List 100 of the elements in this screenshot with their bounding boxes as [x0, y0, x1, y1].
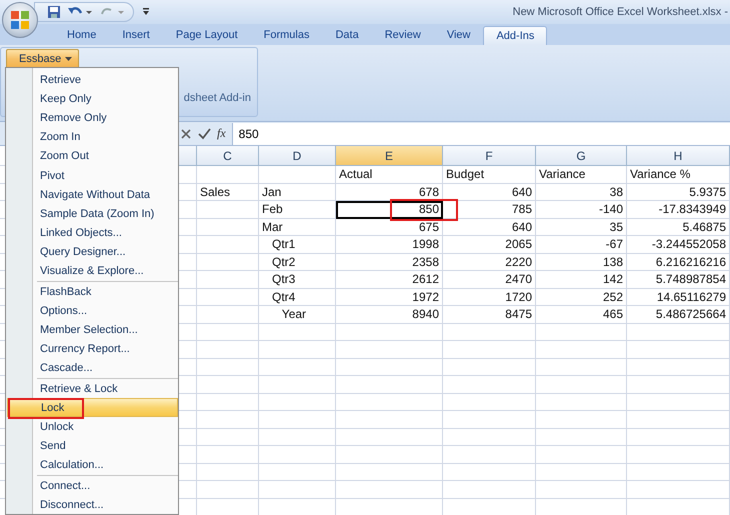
table-cell: Mar [259, 218, 336, 236]
table-cell: 2612 [336, 271, 443, 288]
table-cell: Variance [536, 166, 627, 184]
table-cell: 6.216216216 [627, 254, 730, 271]
menu-item[interactable]: Sample Data (Zoom In) [33, 204, 178, 224]
table-cell: Jan [259, 184, 336, 201]
table-cell: 35 [536, 218, 627, 236]
table-cell: 252 [536, 288, 627, 306]
table-cell: Year [259, 306, 336, 324]
ribbon-tab[interactable]: Data [322, 29, 372, 45]
customize-toolbar-icon[interactable] [142, 7, 150, 17]
menu-item[interactable]: Retrieve [33, 70, 178, 90]
table-cell: -3.244552058 [627, 236, 730, 254]
menu-item[interactable]: Disconnect... [33, 495, 178, 514]
table-cell: Sales [197, 184, 259, 201]
menu-item[interactable]: Zoom Out [33, 146, 178, 166]
table-cell: 850 [336, 201, 443, 218]
table-cell: 640 [443, 218, 536, 236]
table-cell: 5.9375 [627, 184, 730, 201]
menu-item[interactable]: Visualize & Explore... [33, 262, 178, 282]
menu-item[interactable]: Query Designer... [33, 242, 178, 262]
table-cell: Qtr4 [259, 288, 336, 306]
menu-item[interactable]: Linked Objects... [33, 224, 178, 243]
ribbon-tab[interactable]: Page Layout [162, 29, 251, 45]
menu-item[interactable]: Navigate Without Data [33, 185, 178, 204]
ribbon-tab[interactable]: Insert [109, 29, 163, 45]
menu-item[interactable]: Currency Report... [33, 340, 178, 359]
table-cell [197, 324, 259, 341]
group-label: dsheet Add-in [184, 92, 251, 104]
menu-item[interactable]: Cascade... [33, 358, 178, 378]
formula-input[interactable]: 850 [232, 122, 730, 144]
essbase-menu-button[interactable]: Essbase [6, 49, 79, 69]
table-cell [197, 481, 259, 498]
table-cell: 2220 [443, 254, 536, 271]
column-header[interactable] [178, 146, 197, 166]
table-cell: 2065 [443, 236, 536, 254]
column-header[interactable]: H [627, 146, 730, 166]
cancel-icon[interactable] [180, 128, 192, 140]
table-cell [197, 341, 259, 358]
column-header[interactable]: G [536, 146, 627, 166]
table-cell: 2358 [336, 254, 443, 271]
table-cell [197, 464, 259, 481]
table-cell: Feb [259, 201, 336, 218]
menu-item[interactable]: FlashBack [33, 282, 178, 302]
ribbon-tab[interactable]: Home [54, 29, 110, 45]
column-header[interactable]: C [197, 146, 259, 166]
column-header[interactable]: F [443, 146, 536, 166]
save-icon[interactable] [47, 5, 61, 19]
table-cell: Variance % [627, 166, 730, 184]
table-cell: 2470 [443, 271, 536, 288]
window-title: New Microsoft Office Excel Worksheet.xlsx - [512, 6, 728, 18]
menu-item[interactable]: Keep Only [33, 89, 178, 108]
table-cell [197, 446, 259, 464]
check-icon[interactable] [198, 128, 211, 140]
ribbon-tab[interactable]: Add-Ins [483, 26, 548, 45]
office-logo-icon [9, 9, 31, 31]
table-cell: 640 [443, 184, 536, 201]
ribbon-tab[interactable]: Formulas [250, 29, 322, 45]
table-cell: -67 [536, 236, 627, 254]
table-cell: 678 [336, 184, 443, 201]
menu-item[interactable]: Pivot [33, 166, 178, 186]
insert-function-button[interactable]: fx [217, 126, 226, 141]
menu-item[interactable]: Calculation... [33, 456, 178, 475]
menu-item[interactable]: Lock [7, 398, 178, 418]
menu-item[interactable]: Options... [33, 301, 178, 320]
table-cell: 38 [536, 184, 627, 201]
table-cell [197, 411, 259, 428]
table-cell [197, 394, 259, 411]
menu-item[interactable]: Unlock [33, 417, 178, 437]
table-cell: -140 [536, 201, 627, 218]
caret-icon [65, 56, 72, 62]
ribbon-tab[interactable]: Review [372, 29, 434, 45]
table-cell: 138 [536, 254, 627, 271]
table-cell: 1720 [443, 288, 536, 306]
menu-item[interactable]: Remove Only [33, 108, 178, 128]
table-cell: 1972 [336, 288, 443, 306]
table-cell: 785 [443, 201, 536, 218]
menu-item[interactable]: Send [33, 436, 178, 456]
table-cell: 5.486725664 [627, 306, 730, 324]
menu-item[interactable]: Member Selection... [33, 320, 178, 340]
menu-item[interactable]: Zoom In [33, 128, 178, 147]
column-header[interactable]: E [336, 146, 443, 166]
menu-item[interactable]: Connect... [33, 476, 178, 496]
table-cell: 675 [336, 218, 443, 236]
table-cell: Qtr1 [259, 236, 336, 254]
table-cell: 14.65116279 [627, 288, 730, 306]
table-cell: 5.46875 [627, 218, 730, 236]
column-header[interactable]: D [259, 146, 336, 166]
table-cell [197, 358, 259, 376]
table-cell: 1998 [336, 236, 443, 254]
menu-item[interactable]: Retrieve & Lock [33, 379, 178, 398]
table-cell: -17.8343949 [627, 201, 730, 218]
table-cell: 8940 [336, 306, 443, 324]
table-cell: 142 [536, 271, 627, 288]
table-cell: 5.748987854 [627, 271, 730, 288]
table-cell: Budget [443, 166, 536, 184]
ribbon-tab[interactable]: View [434, 29, 484, 45]
table-cell: Actual [336, 166, 443, 184]
table-cell: Qtr2 [259, 254, 336, 271]
table-cell: Qtr3 [259, 271, 336, 288]
